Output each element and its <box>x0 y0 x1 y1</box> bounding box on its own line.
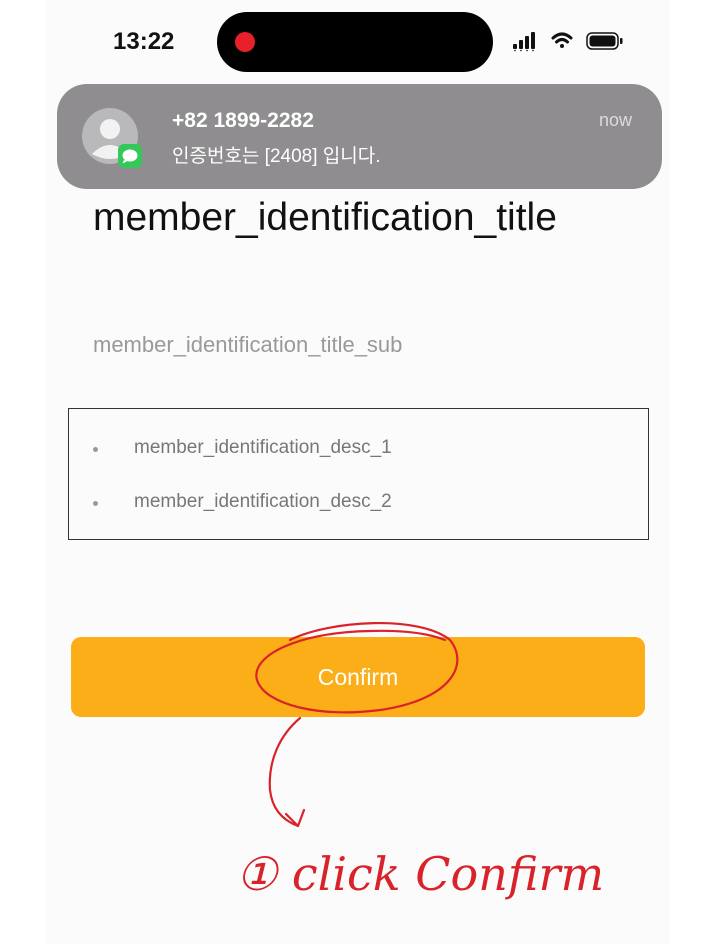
description-item: member_identification_desc_2 <box>69 489 648 519</box>
description-text: member_identification_desc_2 <box>134 491 392 512</box>
bullet-icon <box>93 501 98 506</box>
sms-notification[interactable]: +82 1899-2282 인증번호는 [2408] 입니다. now <box>57 84 662 189</box>
messages-app-icon <box>118 144 142 168</box>
status-icons <box>513 30 629 52</box>
notification-sender: +82 1899-2282 <box>172 109 314 132</box>
description-text: member_identification_desc_1 <box>134 437 392 458</box>
description-box: member_identification_desc_1 member_iden… <box>68 408 649 540</box>
notification-time: now <box>598 110 632 130</box>
cellular-signal-icon <box>513 32 535 52</box>
dynamic-island <box>217 12 493 72</box>
notification-body: 인증번호는 [2408] 입니다. <box>172 146 381 167</box>
phone-screen: 13:22 +82 1899-2282 인증번호는 [2408] 입니다. no… <box>45 0 670 944</box>
page-title: member_identification_title <box>93 196 557 239</box>
description-item: member_identification_desc_1 <box>69 435 648 465</box>
recording-indicator <box>235 32 255 52</box>
wifi-icon <box>551 32 573 48</box>
bullet-icon <box>93 447 98 452</box>
contact-avatar-icon <box>80 106 142 168</box>
page-subtitle: member_identification_title_sub <box>93 332 403 357</box>
confirm-button[interactable]: Confirm <box>71 637 645 717</box>
status-time: 13:22 <box>113 28 175 55</box>
battery-icon <box>586 32 623 50</box>
